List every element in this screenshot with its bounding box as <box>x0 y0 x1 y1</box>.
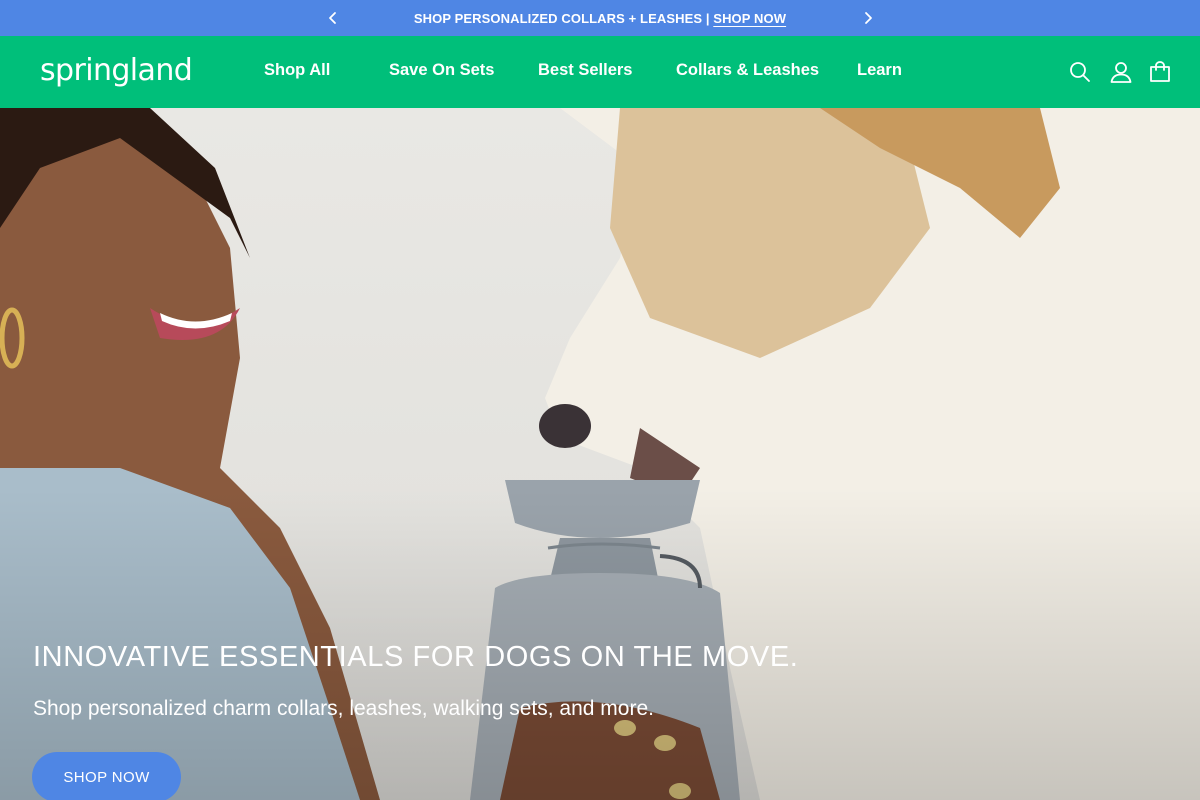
site-header: springland Shop All Save On Sets Best Se… <box>0 36 1200 108</box>
announcement-next-button[interactable] <box>850 0 886 36</box>
nav-save-on-sets[interactable]: Save On Sets <box>389 61 494 80</box>
chevron-left-icon <box>329 12 336 24</box>
announcement-prev-button[interactable] <box>315 0 351 36</box>
cart-icon[interactable] <box>1148 60 1172 84</box>
announcement-message: SHOP PERSONALIZED COLLARS + LEASHES | SH… <box>414 11 786 26</box>
hero-shop-now-button[interactable]: SHOP NOW <box>32 752 181 800</box>
hero-title: INNOVATIVE ESSENTIALS FOR DOGS ON THE MO… <box>33 641 799 673</box>
nav-best-sellers[interactable]: Best Sellers <box>538 61 632 80</box>
announcement-bar: SHOP PERSONALIZED COLLARS + LEASHES | SH… <box>0 0 1200 36</box>
logo[interactable]: springland <box>40 53 202 89</box>
search-icon[interactable] <box>1068 60 1092 84</box>
nav-collars-leashes[interactable]: Collars & Leashes <box>676 61 819 80</box>
nav-shop-all[interactable]: Shop All <box>264 61 330 80</box>
hero-banner: INNOVATIVE ESSENTIALS FOR DOGS ON THE MO… <box>0 108 1200 800</box>
announcement-shop-link[interactable]: SHOP NOW <box>713 11 786 26</box>
nav-learn[interactable]: Learn <box>857 61 902 80</box>
announcement-text: SHOP PERSONALIZED COLLARS + LEASHES | <box>413 10 710 26</box>
hero-subtitle: Shop personalized charm collars, leashes… <box>33 697 654 720</box>
logo-text: springland <box>40 53 193 88</box>
chevron-right-icon <box>865 12 872 24</box>
account-icon[interactable] <box>1109 60 1133 84</box>
